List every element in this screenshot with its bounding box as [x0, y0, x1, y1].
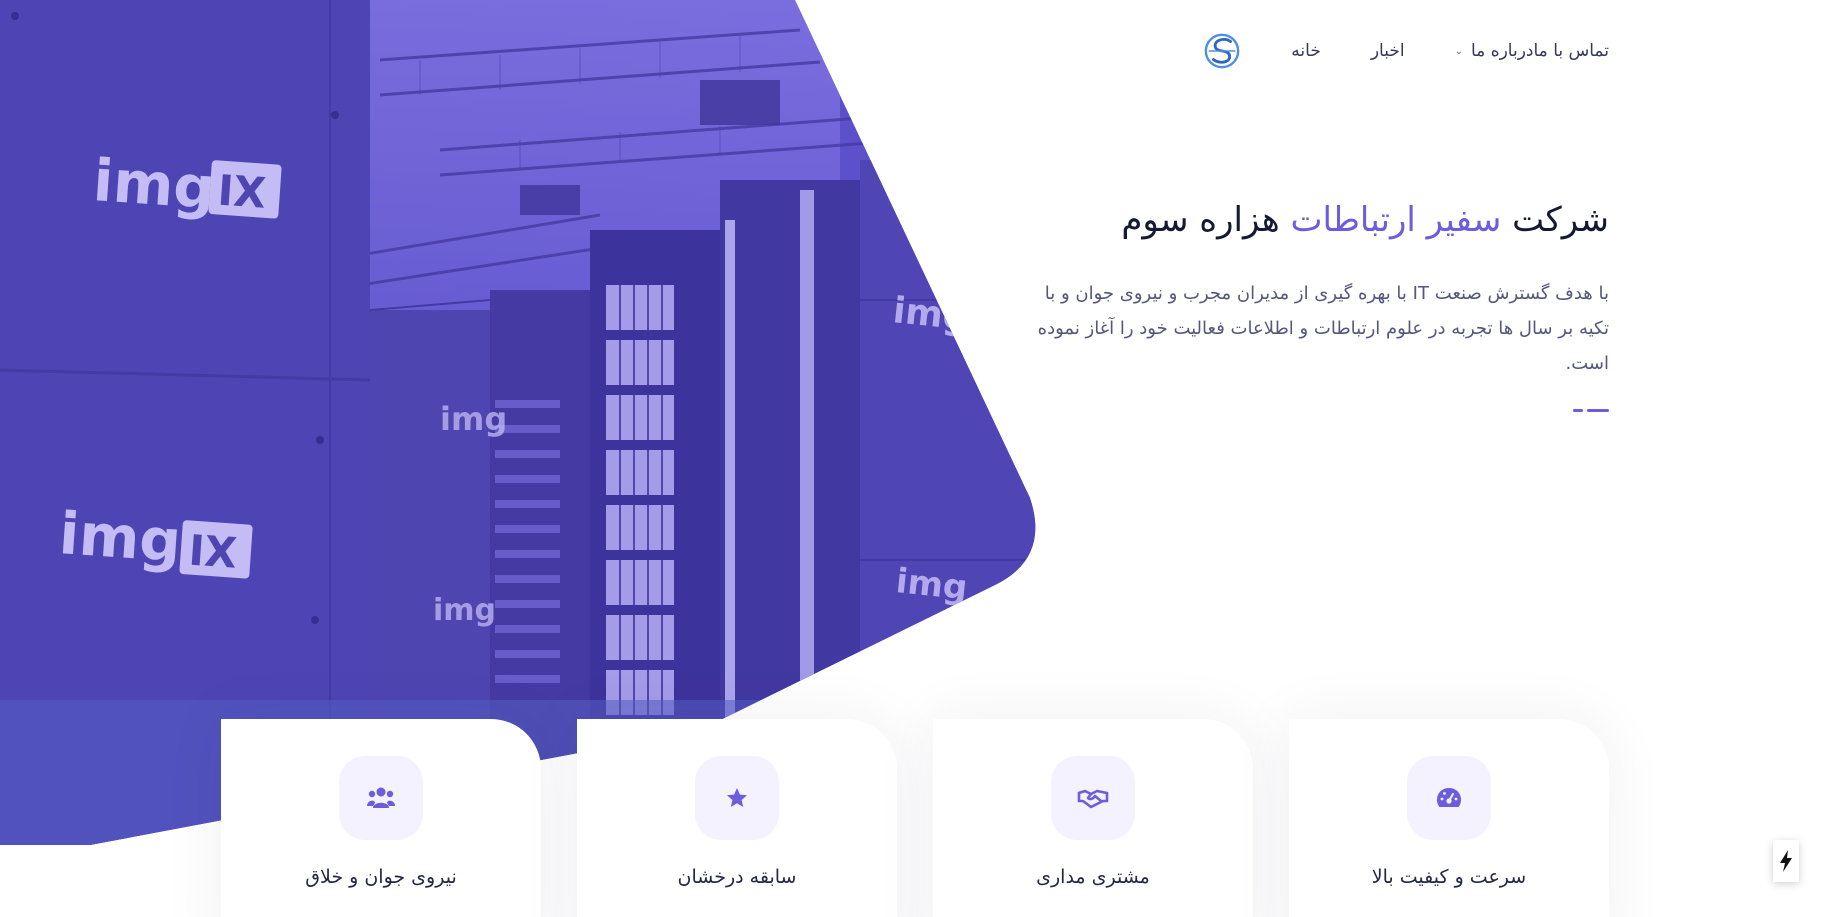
company-logo-icon[interactable]	[1203, 30, 1241, 72]
page: img IX img IX img img img img خانه اخبار…	[0, 0, 1826, 917]
nav-contact-label: تماس با ما	[1533, 41, 1610, 61]
feature-icon-box	[339, 756, 423, 840]
star-icon	[727, 788, 747, 807]
feature-card-customer-focus: مشتری مداری	[933, 719, 1253, 917]
feature-icon-box	[695, 756, 779, 840]
feature-card-track-record: سابقه درخشان	[577, 719, 897, 917]
hero-description: با هدف گسترش صنعت IT با بهره گیری از مدی…	[1037, 283, 1609, 374]
hero-title-accent: سفیر ارتباطات	[1290, 200, 1502, 240]
feature-title: سرعت و کیفیت بالا	[1371, 866, 1527, 888]
nav-item-home[interactable]: خانه	[1291, 41, 1321, 61]
quick-action-button[interactable]	[1773, 840, 1799, 882]
nav-item-about[interactable]: درباره ما ⌄	[1455, 41, 1534, 61]
speedometer-icon	[1437, 788, 1461, 807]
feature-icon-box	[1051, 756, 1135, 840]
dash-segment-long	[1587, 409, 1609, 412]
hero-section: شرکت سفیر ارتباطات هزاره سوم با هدف گستر…	[1029, 194, 1609, 412]
hero-title-part2: هزاره سوم	[1121, 200, 1280, 240]
main-nav: خانه اخبار درباره ما ⌄ تماس با ما	[1169, 30, 1609, 72]
feature-card-creative-team: نیروی جوان و خلاق	[221, 719, 541, 917]
nav-about-label: درباره ما	[1471, 41, 1534, 61]
feature-icon-box	[1407, 756, 1491, 840]
hero-title: شرکت سفیر ارتباطات هزاره سوم	[1029, 194, 1609, 246]
feature-title: نیروی جوان و خلاق	[305, 866, 457, 888]
nav-home-label: خانه	[1291, 41, 1321, 61]
dash-segment-short	[1573, 409, 1583, 412]
feature-card-speed-quality: سرعت و کیفیت بالا	[1289, 719, 1609, 917]
chevron-down-icon: ⌄	[1454, 45, 1463, 57]
hero-title-part1: شرکت	[1512, 200, 1609, 240]
lightning-icon	[1780, 850, 1792, 872]
nav-item-contact[interactable]: تماس با ما	[1534, 41, 1610, 61]
nav-item-news[interactable]: اخبار	[1371, 41, 1405, 61]
users-icon	[367, 787, 395, 808]
nav-news-label: اخبار	[1370, 41, 1405, 61]
handshake-icon	[1077, 789, 1109, 809]
decorative-dash	[1029, 409, 1609, 412]
feature-title: مشتری مداری	[1036, 866, 1150, 888]
feature-title: سابقه درخشان	[677, 866, 797, 888]
